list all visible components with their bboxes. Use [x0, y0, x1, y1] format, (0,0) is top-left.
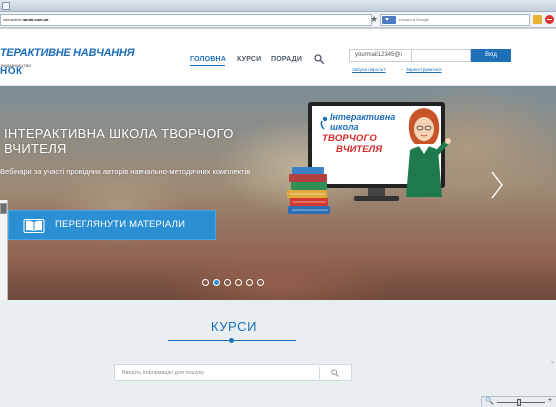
addon-icon[interactable] [533, 15, 542, 24]
course-search-divider [319, 367, 320, 379]
slider-dot-6[interactable] [257, 279, 264, 286]
nav-active-underline [190, 65, 225, 66]
promo-line-4: ВЧИТЕЛЯ [336, 144, 383, 155]
zoom-slider-handle[interactable] [517, 399, 521, 406]
promo-line-1: Інтерактивна [330, 112, 396, 122]
bookmark-star-icon[interactable]: ★ [370, 15, 378, 24]
site-logo-title[interactable]: ТЕРАКТИВНЕ НАВЧАННЯ [0, 47, 135, 59]
teacher-icon [406, 108, 451, 197]
nav-courses[interactable]: КУРСИ [237, 56, 261, 63]
search-engine-icon[interactable] [382, 16, 396, 24]
slider-dot-3[interactable] [224, 279, 231, 286]
zoom-control: 🔍 + [481, 396, 556, 407]
view-materials-button[interactable]: ПЕРЕГЛЯНУТИ МАТЕРІАЛИ [8, 210, 216, 240]
browser-titlebar [0, 0, 556, 12]
browser-toolbar: interactive.ranok.com.ua ★ Искать в Goog… [0, 12, 556, 28]
link-separator: • [401, 67, 403, 72]
block-icon[interactable] [545, 15, 554, 24]
school-logo-icon [320, 116, 328, 130]
hero-title: ІНТЕРАКТИВНА ШКОЛА ТВОРЧОГО ВЧИТЕЛЯ [4, 126, 234, 156]
slider-dot-5[interactable] [246, 279, 253, 286]
zoom-slider-track[interactable] [497, 402, 545, 403]
hero-subtitle: Вебінари за участі провідних авторів нав… [0, 167, 251, 176]
forgot-password-link[interactable]: Забули пароль? [352, 67, 386, 72]
open-book-icon [23, 219, 45, 233]
site-logo-name[interactable]: НОК [0, 66, 23, 77]
view-materials-label: ПЕРЕГЛЯНУТИ МАТЕРІАЛИ [55, 219, 186, 230]
zoom-in-button[interactable]: + [548, 397, 552, 404]
hero-photo-background [0, 86, 556, 300]
zoom-icon[interactable]: 🔍 [485, 398, 494, 406]
address-bar[interactable]: interactive.ranok.com.ua [0, 14, 372, 26]
course-search-icon[interactable] [331, 369, 339, 377]
books-stack-icon [287, 167, 330, 214]
slider-dot-2[interactable] [213, 279, 220, 286]
promo-line-2: школа [330, 122, 359, 132]
browser-search-placeholder: Искать в Google [399, 17, 430, 22]
monitor-base [354, 196, 399, 201]
url-prefix: interactive. [3, 17, 23, 22]
courses-title: КУРСИ [210, 319, 258, 334]
course-search-input[interactable]: Введіть інформацію для пошуку [114, 364, 352, 381]
browser-window: interactive.ranok.com.ua ★ Искать в Goog… [0, 0, 556, 407]
search-icon[interactable] [314, 54, 324, 64]
promo-line-3: ТВОРЧОГО [322, 133, 377, 144]
nav-home[interactable]: ГОЛОВНА [190, 56, 226, 63]
browser-search-box[interactable]: Искать в Google [380, 14, 530, 26]
password-field[interactable] [411, 49, 471, 62]
status-bar: 🔍 + [0, 385, 556, 407]
course-search-placeholder: Введіть інформацію для пошуку [122, 370, 204, 376]
register-link[interactable]: Зареєструватися [406, 67, 442, 72]
side-panel-thumbnail[interactable] [0, 203, 7, 214]
site-header: ТЕРАКТИВНЕ НАВЧАННЯ ВИДАВНИЦТВО НОК ГОЛО… [0, 29, 556, 86]
courses-divider-dot [229, 338, 234, 343]
page-icon[interactable] [2, 2, 10, 10]
slider-dot-1[interactable] [202, 279, 209, 286]
scroll-down-arrow-icon[interactable]: ⌄ [550, 358, 555, 365]
login-button[interactable]: Вхід [471, 49, 511, 62]
url-domain: ranok.com.ua [22, 17, 49, 22]
slider-next-arrow-icon[interactable] [489, 170, 505, 200]
slider-dot-4[interactable] [235, 279, 242, 286]
nav-tips[interactable]: ПОРАДИ [271, 56, 302, 63]
hero-banner: ІНТЕРАКТИВНА ШКОЛА ТВОРЧОГО ВЧИТЕЛЯ Вебі… [0, 86, 556, 300]
